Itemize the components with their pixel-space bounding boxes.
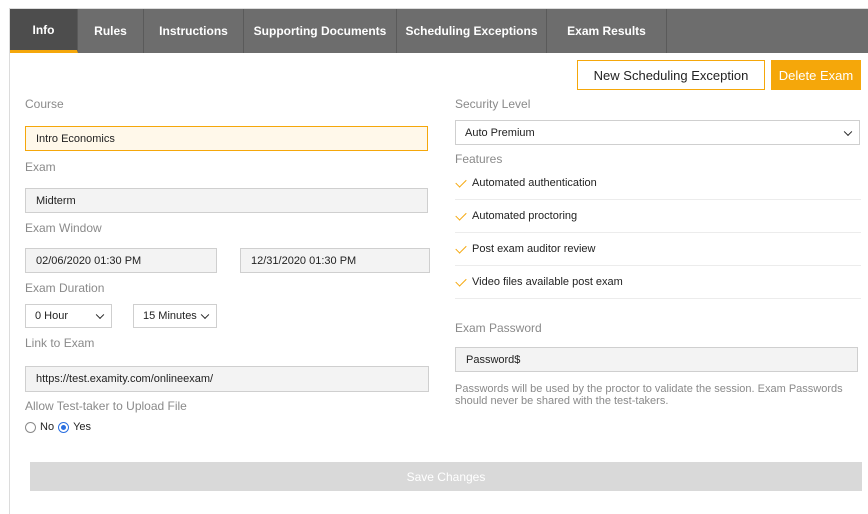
exam-window-label: Exam Window <box>25 221 102 235</box>
security-level-label: Security Level <box>455 97 531 111</box>
exam-label: Exam <box>25 160 56 174</box>
duration-hours-value: 0 Hour <box>35 310 69 322</box>
feature-label: Automated proctoring <box>472 210 578 222</box>
exam-password-label: Exam Password <box>455 321 542 335</box>
course-label: Course <box>25 97 64 111</box>
link-to-exam-label: Link to Exam <box>25 336 95 350</box>
feature-item: Automated proctoring <box>455 200 861 233</box>
duration-minutes-select[interactable]: 15 Minutes <box>133 304 217 328</box>
exam-duration-label: Exam Duration <box>25 281 105 295</box>
save-changes-button[interactable]: Save Changes <box>30 462 862 491</box>
check-icon <box>455 241 467 254</box>
feature-item: Video files available post exam <box>455 266 861 299</box>
features-label: Features <box>455 152 503 166</box>
tab-info[interactable]: Info <box>10 9 78 53</box>
upload-no-radio[interactable] <box>25 421 36 433</box>
upload-yes-label: Yes <box>73 421 92 433</box>
new-scheduling-exception-button[interactable]: New Scheduling Exception <box>577 60 765 90</box>
delete-exam-button[interactable]: Delete Exam <box>771 60 861 90</box>
check-icon <box>455 175 467 188</box>
window-start-input[interactable]: 02/06/2020 01:30 PM <box>25 248 217 273</box>
password-help-text: Passwords will be used by the proctor to… <box>455 383 843 407</box>
window-end-input[interactable]: 12/31/2020 01:30 PM <box>240 248 430 273</box>
tab-exam-results[interactable]: Exam Results <box>547 9 667 53</box>
check-icon <box>455 274 467 287</box>
check-icon <box>455 208 467 221</box>
tab-supporting-documents[interactable]: Supporting Documents <box>244 9 397 53</box>
tab-scheduling-exceptions[interactable]: Scheduling Exceptions <box>397 9 547 53</box>
duration-minutes-value: 15 Minutes <box>143 310 197 322</box>
course-input[interactable]: Intro Economics <box>25 126 428 151</box>
exam-input[interactable]: Midterm <box>25 188 428 213</box>
upload-radio-group: No Yes <box>25 421 95 433</box>
upload-file-label: Allow Test-taker to Upload File <box>25 399 187 413</box>
security-level-value: Auto Premium <box>465 126 535 139</box>
chevron-down-icon <box>200 310 210 320</box>
tab-instructions[interactable]: Instructions <box>144 9 244 53</box>
feature-item: Automated authentication <box>455 167 861 200</box>
chevron-down-icon <box>843 127 853 136</box>
feature-label: Automated authentication <box>472 177 597 189</box>
feature-label: Post exam auditor review <box>472 243 596 255</box>
tab-bar: Info Rules Instructions Supporting Docum… <box>10 9 868 53</box>
tab-rules[interactable]: Rules <box>78 9 144 53</box>
exam-password-input[interactable]: Password$ <box>455 347 858 372</box>
duration-hours-select[interactable]: 0 Hour <box>25 304 112 328</box>
security-level-select[interactable]: Auto Premium <box>455 120 860 145</box>
feature-item: Post exam auditor review <box>455 233 861 266</box>
upload-yes-radio[interactable] <box>58 421 70 433</box>
feature-label: Video files available post exam <box>472 276 623 288</box>
chevron-down-icon <box>95 310 105 320</box>
upload-no-label: No <box>40 421 55 433</box>
link-to-exam-input[interactable]: https://test.examity.com/onlineexam/ <box>25 366 429 392</box>
